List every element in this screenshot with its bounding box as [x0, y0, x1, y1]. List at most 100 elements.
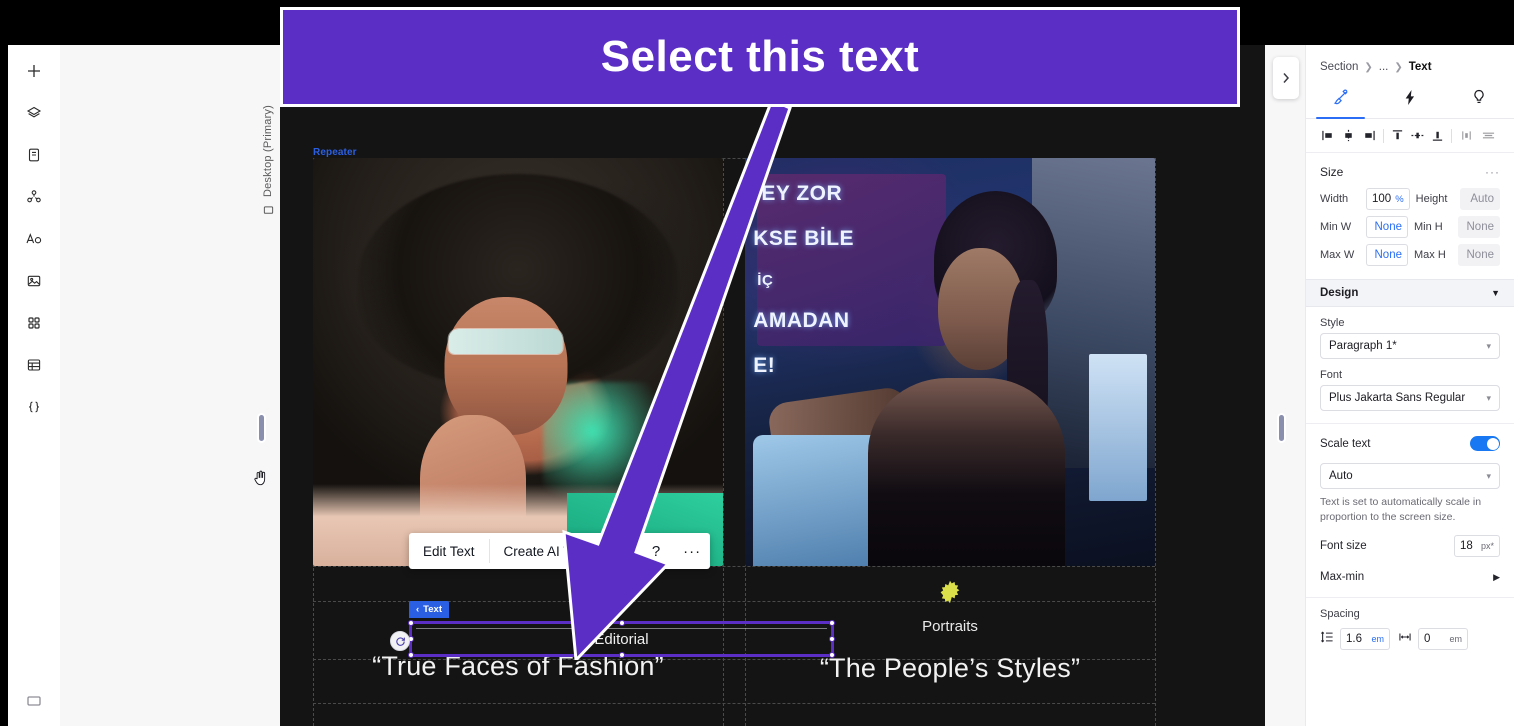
align-bottom-icon[interactable]	[1429, 125, 1447, 147]
breadcrumb-ellipsis[interactable]: ...	[1379, 61, 1389, 73]
distribute-horizontal-icon[interactable]	[1457, 125, 1475, 147]
apps-grid-icon[interactable]	[8, 307, 60, 339]
more-options-icon[interactable]: ···	[674, 533, 710, 569]
apps-connections-icon[interactable]	[8, 181, 60, 213]
scale-mode-select[interactable]: Auto ▾	[1320, 463, 1500, 489]
height-value: Auto	[1470, 193, 1494, 205]
font-select[interactable]: Plus Jakarta Sans Regular ▾	[1320, 385, 1500, 411]
align-middle-vertical-icon[interactable]	[1409, 125, 1427, 147]
scale-text-label: Scale text	[1320, 437, 1371, 450]
align-center-horizontal-icon[interactable]	[1340, 125, 1358, 147]
width-unit: %	[1395, 193, 1404, 205]
viewport-indicator[interactable]: Desktop (Primary)	[256, 105, 280, 305]
stage-resize-handle-right[interactable]	[1279, 415, 1284, 441]
width-input[interactable]: 100 %	[1366, 188, 1410, 210]
max-height-input[interactable]: None	[1458, 244, 1500, 266]
width-label: Width	[1320, 193, 1349, 205]
rail-footer-icon[interactable]	[8, 686, 60, 718]
max-min-row[interactable]: Max-min ▶	[1306, 563, 1514, 589]
align-right-icon[interactable]	[1360, 125, 1378, 147]
card-image-portraits[interactable]: EY ZOR KSE BİLE İÇ AMADAN E!	[745, 158, 1155, 566]
layers-icon[interactable]	[8, 97, 60, 129]
ideas-tab[interactable]	[1445, 81, 1514, 118]
toolbar-divider	[1382, 128, 1384, 143]
scale-mode-value: Auto	[1329, 470, 1353, 482]
card-image-editorial[interactable]	[313, 158, 723, 566]
letter-spacing-value: 0	[1424, 633, 1431, 646]
line-height-icon	[1320, 630, 1334, 649]
left-toolbar	[8, 45, 60, 726]
align-left-icon[interactable]	[1320, 125, 1338, 147]
dev-mode-icon[interactable]	[8, 391, 60, 423]
collapse-panel-button[interactable]	[1273, 57, 1299, 99]
min-height-label: Min H	[1414, 221, 1443, 233]
chevron-right-icon[interactable]: ▶	[1493, 572, 1500, 583]
min-height-input[interactable]: None	[1458, 216, 1500, 238]
media-image-icon[interactable]	[8, 265, 60, 297]
breadcrumb-section[interactable]: Section	[1320, 61, 1358, 73]
max-width-label: Max W	[1320, 249, 1355, 261]
scale-text-help: Text is set to automatically scale in pr…	[1320, 496, 1482, 524]
breadcrumb-current[interactable]: Text	[1409, 61, 1432, 73]
font-label: Font	[1320, 369, 1343, 381]
size-section-header: Size ···	[1306, 153, 1514, 185]
line-height-input[interactable]: 1.6 em	[1340, 628, 1390, 651]
chevron-down-icon[interactable]: ▼	[1491, 288, 1500, 298]
rotate-handle-icon[interactable]	[390, 631, 410, 651]
pages-icon[interactable]	[8, 139, 60, 171]
repeater-item-1[interactable]: Editorial “True Faces of Fashion”	[313, 158, 723, 682]
font-size-input[interactable]: 18 px*	[1454, 535, 1500, 558]
align-top-icon[interactable]	[1389, 125, 1407, 147]
stage-gutter-left: Desktop (Primary)	[60, 45, 280, 726]
size-row-max: Max W None Max H None	[1306, 241, 1514, 269]
design-section-header[interactable]: Design ▼	[1306, 279, 1514, 307]
letter-spacing-unit: em	[1449, 634, 1462, 645]
repeater-label[interactable]: Repeater	[313, 147, 357, 158]
guide-line	[313, 703, 1155, 704]
add-icon[interactable]	[8, 55, 60, 87]
line-height-value: 1.6	[1346, 633, 1362, 646]
card-quote-2[interactable]: “The People’s Styles”	[745, 653, 1155, 684]
repeater-item-2[interactable]: EY ZOR KSE BİLE İÇ AMADAN E! Portraits “…	[745, 158, 1155, 684]
height-input[interactable]: Auto	[1459, 188, 1500, 210]
design-canvas[interactable]: Repeater Editorial	[280, 45, 1265, 726]
help-icon[interactable]: ?	[638, 533, 674, 569]
max-height-label: Max H	[1414, 249, 1446, 261]
edit-text-button[interactable]: Edit Text	[409, 533, 489, 569]
size-more-options-icon[interactable]: ···	[1485, 165, 1500, 179]
interactions-tab[interactable]	[1375, 81, 1444, 118]
letter-spacing-icon	[1398, 630, 1412, 649]
max-width-input[interactable]: None	[1366, 244, 1408, 266]
scale-text-toggle[interactable]	[1470, 436, 1500, 451]
style-label: Style	[1320, 317, 1345, 329]
link-icon[interactable]	[602, 533, 638, 569]
create-ai-text-button[interactable]: Create AI Text	[490, 533, 603, 569]
letter-spacing-input[interactable]: 0 em	[1418, 628, 1468, 651]
breadcrumb-separator-icon: ❯	[1364, 61, 1373, 73]
monitor-icon	[263, 203, 274, 221]
selection-type-badge[interactable]: ‹ Text	[409, 601, 450, 618]
size-section-title: Size	[1320, 165, 1344, 179]
editor-shell: Desktop (Primary) Repeater “True Faces o…	[60, 45, 1514, 726]
max-width-value: None	[1374, 249, 1403, 261]
card-category-1[interactable]: Editorial	[409, 621, 834, 657]
cms-table-icon[interactable]	[8, 349, 60, 381]
min-width-input[interactable]: None	[1366, 216, 1408, 238]
line-height-unit: em	[1371, 634, 1384, 645]
max-min-label: Max-min	[1320, 571, 1365, 584]
font-size-row: Font size 18 px*	[1306, 525, 1514, 563]
stack-icon[interactable]	[1477, 125, 1500, 147]
style-select[interactable]: Paragraph 1* ▾	[1320, 333, 1500, 359]
callout-banner: Select this text	[280, 7, 1240, 107]
callout-text: Select this text	[600, 32, 920, 81]
design-tab[interactable]	[1306, 81, 1375, 119]
style-value: Paragraph 1*	[1329, 340, 1397, 352]
stage-resize-handle-left[interactable]	[259, 415, 264, 441]
max-height-value: None	[1466, 249, 1495, 261]
element-floating-toolbar[interactable]: Edit Text Create AI Text ? ···	[409, 533, 711, 569]
spacing-label: Spacing	[1320, 608, 1360, 621]
size-row-width-height: Width 100 % Height Auto	[1306, 185, 1514, 213]
starburst-decoration	[940, 580, 960, 604]
chevron-down-icon: ▾	[1486, 392, 1491, 403]
theme-typography-icon[interactable]	[8, 223, 60, 255]
